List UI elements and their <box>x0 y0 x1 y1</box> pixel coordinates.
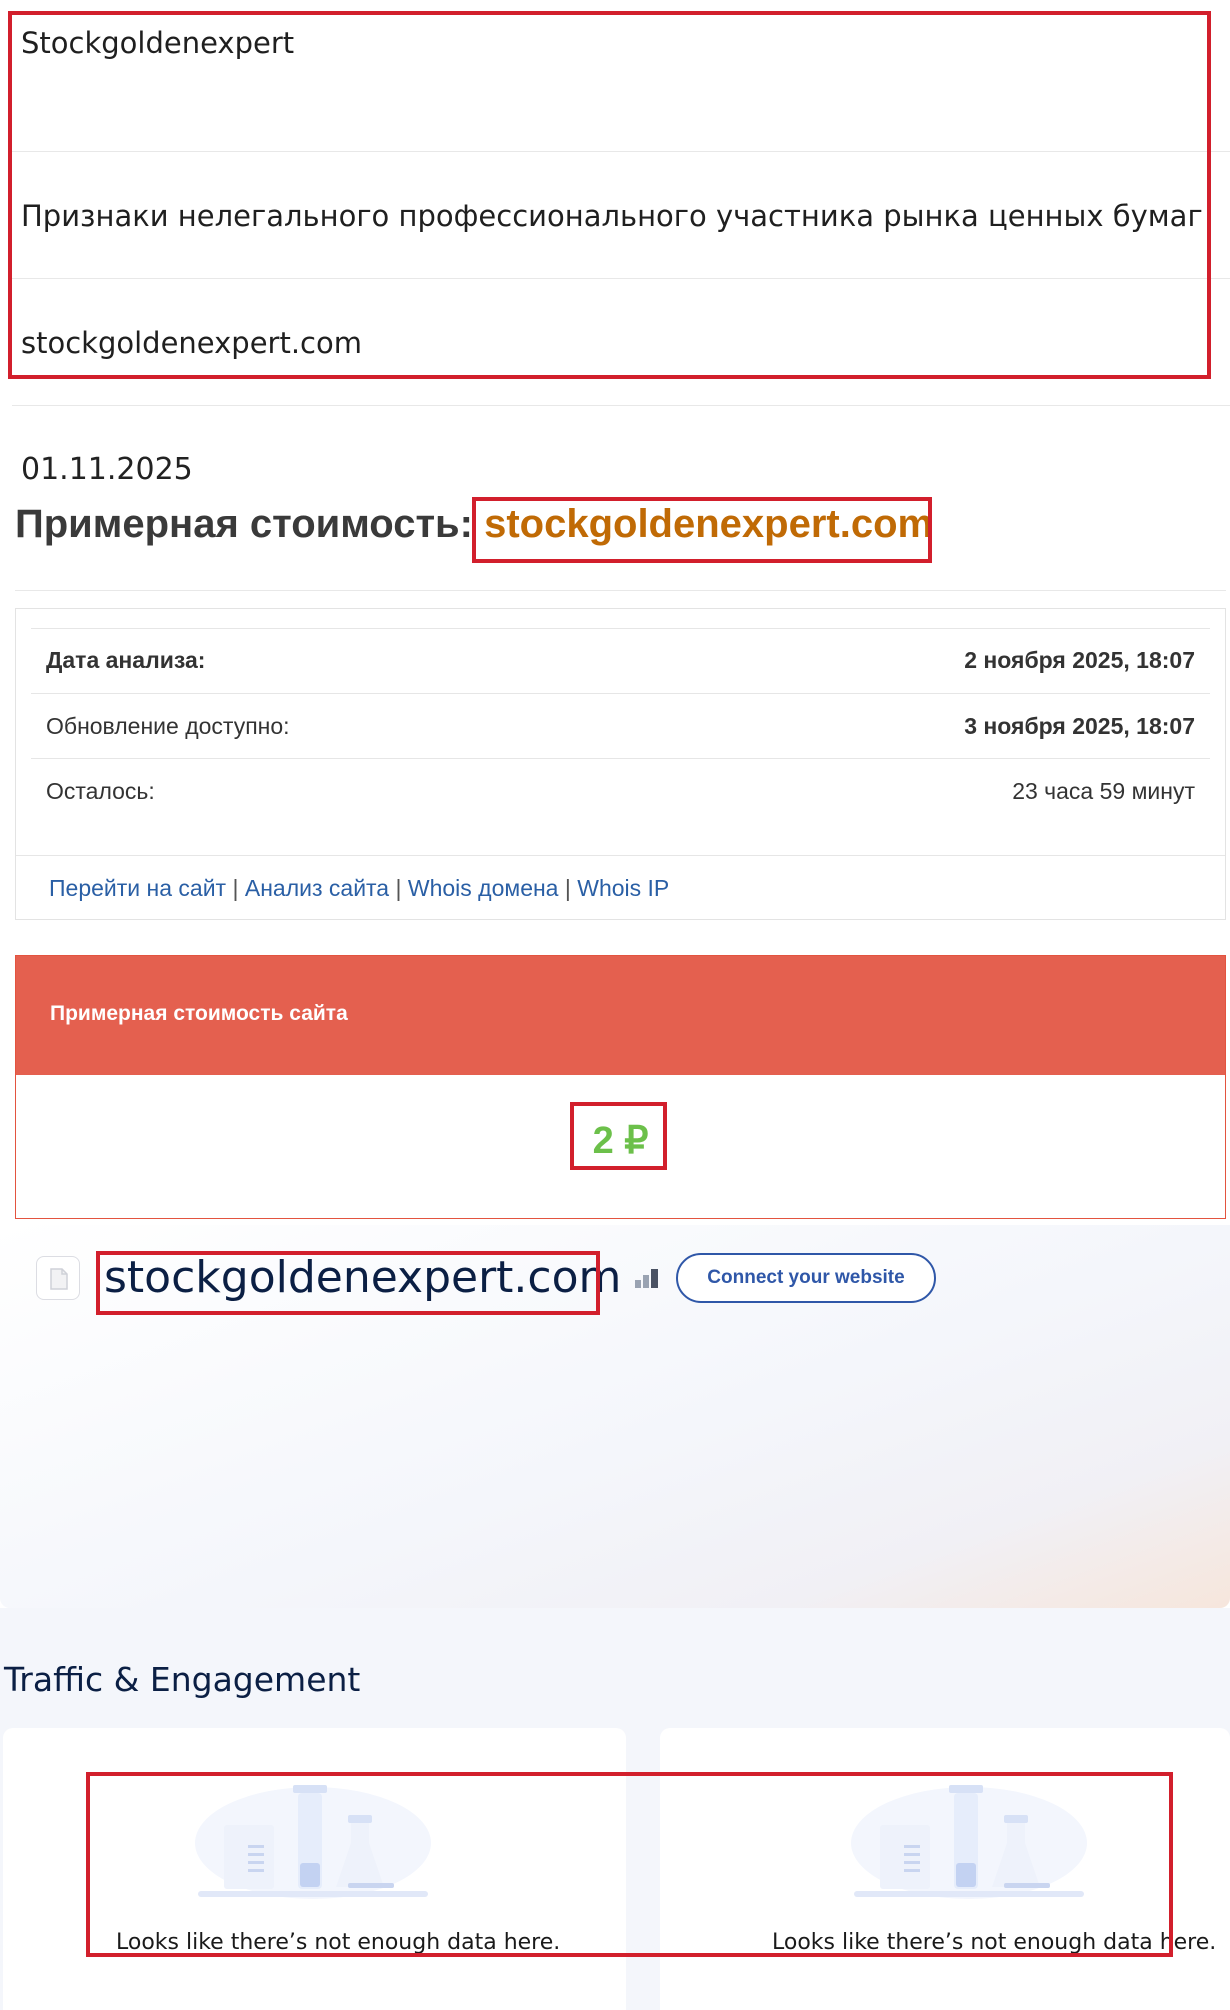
highlight-frame <box>86 1772 1173 1957</box>
link-separator: | <box>395 875 402 901</box>
site-links: Перейти на сайт | Анализ сайта | Whois д… <box>49 875 669 902</box>
analysis-info-table: Дата анализа: 2 ноября 2025, 18:07 Обнов… <box>15 608 1226 920</box>
highlight-frame <box>96 1251 600 1315</box>
estimate-title: Примерная стоимость сайта <box>50 1002 348 1025</box>
highlight-frame <box>570 1102 667 1170</box>
info-label: Обновление доступно: <box>46 713 290 739</box>
estimate-header: Примерная стоимость сайта <box>16 956 1225 1075</box>
info-label: Дата анализа: <box>46 647 206 673</box>
link-site-analysis[interactable]: Анализ сайта <box>245 875 389 901</box>
info-value: 23 часа 59 минут <box>1012 778 1195 804</box>
info-label: Осталось: <box>46 778 155 804</box>
divider <box>15 590 1226 591</box>
analysis-date: 01.11.2025 <box>21 452 193 487</box>
connect-website-button[interactable]: Connect your website <box>676 1253 936 1303</box>
link-whois-domain[interactable]: Whois домена <box>408 875 559 901</box>
bar-chart-icon <box>635 1268 661 1293</box>
section-title: Traffic & Engagement <box>4 1660 361 1699</box>
link-separator: | <box>232 875 239 901</box>
link-separator: | <box>564 875 571 901</box>
info-value: 2 ноября 2025, 18:07 <box>964 647 1195 673</box>
link-go-to-site[interactable]: Перейти на сайт <box>49 875 226 901</box>
page-title-label: Примерная стоимость: <box>15 502 473 546</box>
estimate-panel: Примерная стоимость сайта 2 ₽ <box>15 955 1226 1219</box>
info-value: 3 ноября 2025, 18:07 <box>964 713 1195 739</box>
divider <box>12 405 1230 406</box>
page-icon <box>36 1256 80 1300</box>
highlight-frame <box>472 497 932 563</box>
highlight-frame <box>8 11 1211 379</box>
link-whois-ip[interactable]: Whois IP <box>577 875 669 901</box>
